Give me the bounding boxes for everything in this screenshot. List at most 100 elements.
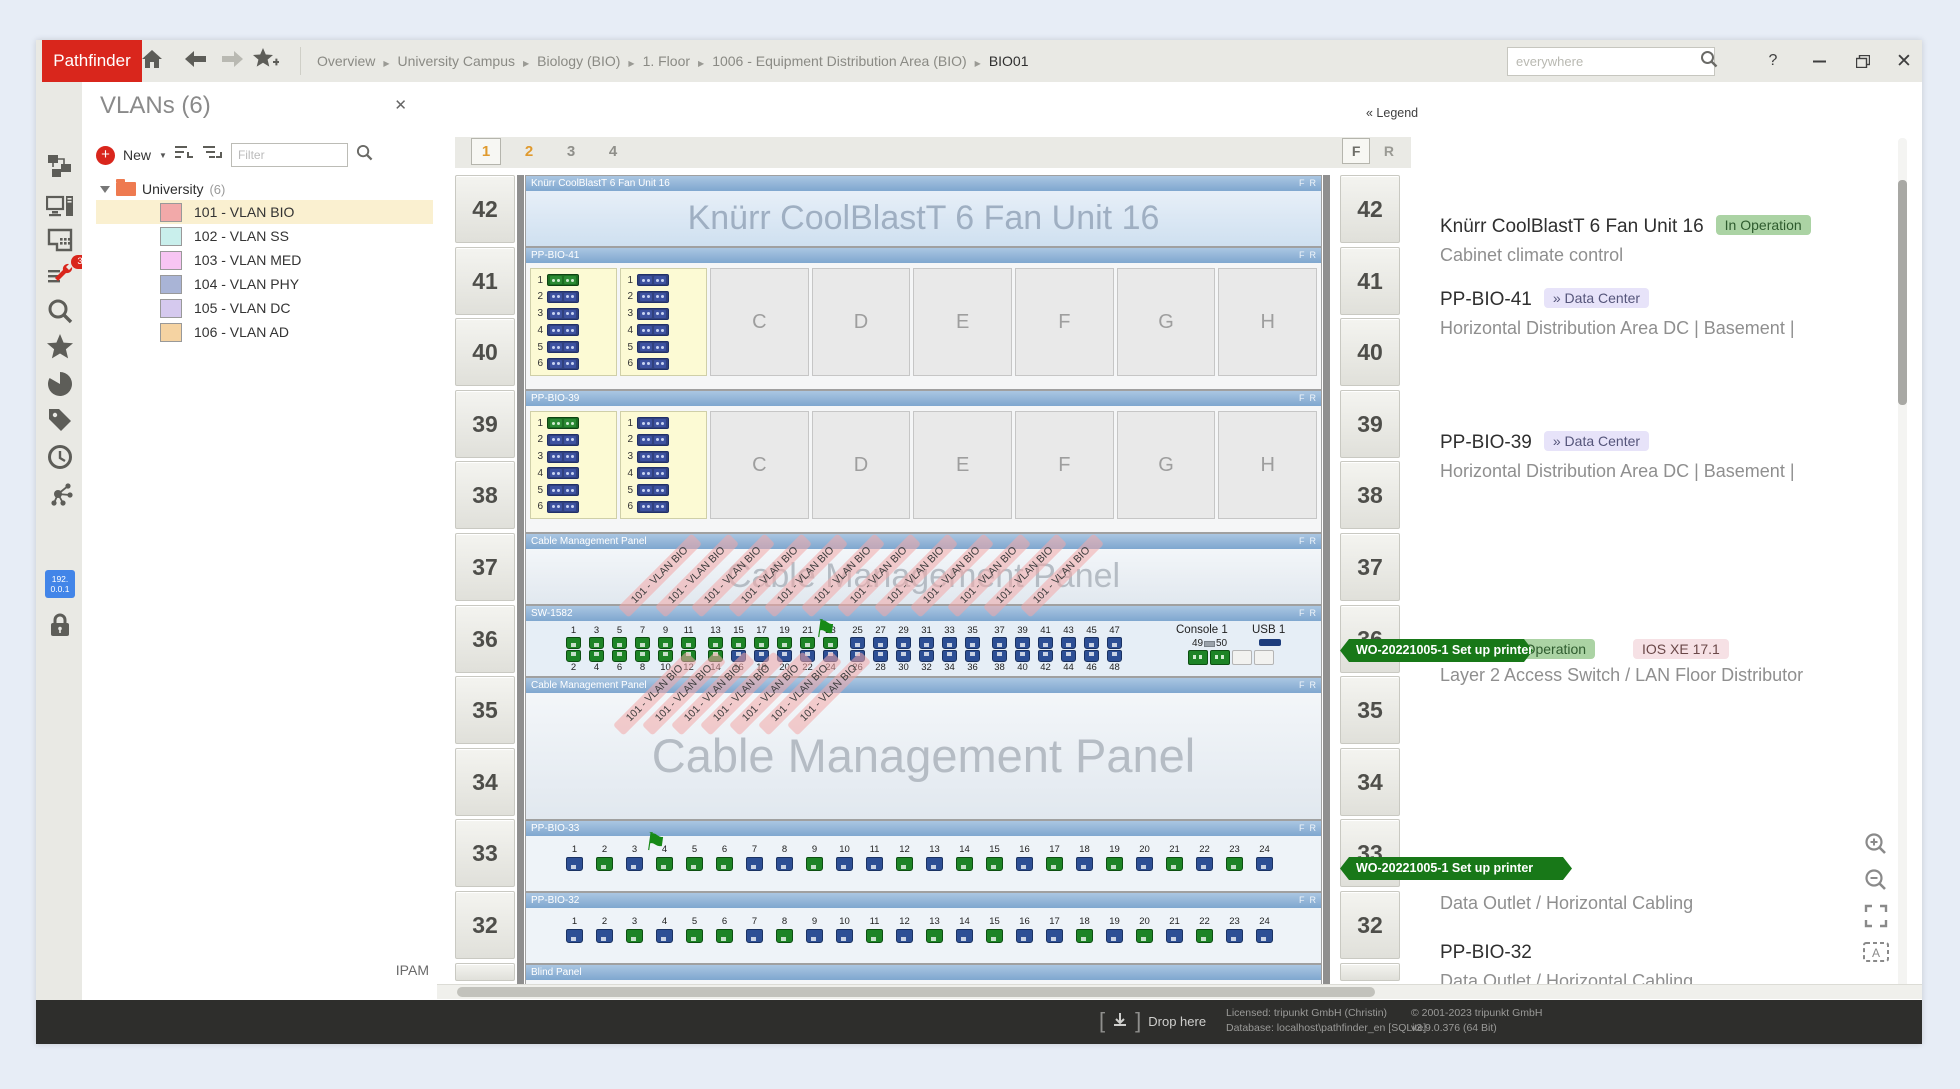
patch-port[interactable] — [596, 929, 613, 943]
switch-port[interactable] — [777, 650, 792, 662]
patch-port[interactable] — [1166, 929, 1183, 943]
patch-port[interactable] — [1136, 857, 1153, 871]
switch-port[interactable] — [992, 650, 1007, 662]
patch-port[interactable] — [956, 857, 973, 871]
front-indicator[interactable]: F — [1299, 680, 1305, 690]
rear-indicator[interactable]: R — [1310, 536, 1317, 546]
switch-port[interactable] — [708, 637, 723, 649]
patch-port[interactable] — [1226, 929, 1243, 943]
sfp-port[interactable] — [1188, 650, 1208, 665]
switch-port[interactable] — [566, 650, 581, 662]
rack-component-cable-management-panel[interactable]: Cable Management PanelFRCable Management… — [525, 533, 1322, 605]
patch-port[interactable] — [1016, 929, 1033, 943]
breadcrumb-item[interactable]: BIO01 — [989, 53, 1029, 69]
toggle-labels-button[interactable]: A — [1862, 938, 1890, 966]
duplex-port[interactable] — [547, 324, 579, 336]
floorplan-icon[interactable] — [45, 225, 75, 255]
panel-section-e[interactable]: E — [913, 268, 1012, 376]
switch-port[interactable] — [708, 650, 723, 662]
panel-section-f[interactable]: F — [1015, 411, 1114, 519]
panel-section-h[interactable]: H — [1218, 411, 1317, 519]
front-indicator[interactable]: F — [1299, 178, 1305, 188]
rack-component-blind-panel[interactable]: Blind Panel — [525, 964, 1322, 986]
switch-port[interactable] — [873, 637, 888, 649]
duplex-port[interactable] — [547, 308, 579, 320]
patch-port[interactable] — [656, 929, 673, 943]
collapse-all-icon[interactable] — [203, 145, 223, 166]
search-icon[interactable] — [1700, 50, 1718, 73]
panel-section-g[interactable]: G — [1117, 411, 1216, 519]
patch-port[interactable] — [626, 929, 643, 943]
rack-component-pp-bio-32[interactable]: PP-BIO-32FR12345678910111213141516171819… — [525, 892, 1322, 964]
switch-port[interactable] — [850, 650, 865, 662]
drop-zone[interactable]: [ ] Drop here — [1099, 1008, 1206, 1034]
patch-port[interactable] — [866, 929, 883, 943]
duplex-port[interactable] — [637, 467, 669, 479]
vlan-tree-item[interactable]: 101 - VLAN BIO — [96, 200, 433, 224]
search-nav-icon[interactable] — [45, 296, 75, 326]
patch-port[interactable] — [716, 929, 733, 943]
patch-port[interactable] — [836, 929, 853, 943]
panel-section-d[interactable]: D — [812, 268, 911, 376]
patch-port[interactable] — [746, 857, 763, 871]
patch-port[interactable] — [686, 857, 703, 871]
switch-port[interactable] — [965, 637, 980, 649]
rack-component-sw-1582[interactable]: SW-1582FR1234567891011121314151617181920… — [525, 605, 1322, 677]
switch-port[interactable] — [942, 637, 957, 649]
patch-port[interactable] — [1136, 929, 1153, 943]
panel-section-g[interactable]: G — [1117, 268, 1216, 376]
filter-input[interactable] — [231, 143, 348, 167]
rear-indicator[interactable]: R — [1310, 250, 1317, 260]
patch-port[interactable] — [776, 857, 793, 871]
minimize-button[interactable] — [1804, 49, 1834, 73]
panel-close-icon[interactable]: ✕ — [394, 96, 407, 114]
duplex-port[interactable] — [637, 501, 669, 513]
switch-port[interactable] — [942, 650, 957, 662]
patch-port[interactable] — [1226, 857, 1243, 871]
duplex-port[interactable] — [547, 484, 579, 496]
switch-port[interactable] — [589, 650, 604, 662]
rack-tab-1[interactable]: 1 — [471, 138, 501, 165]
lock-icon[interactable] — [45, 610, 75, 640]
add-favorite-button[interactable] — [252, 48, 280, 74]
patch-port[interactable] — [1166, 857, 1183, 871]
rear-indicator[interactable]: R — [1310, 608, 1317, 618]
duplex-port[interactable] — [637, 324, 669, 336]
reports-icon[interactable] — [45, 369, 75, 399]
switch-port[interactable] — [1015, 637, 1030, 649]
rear-indicator[interactable]: R — [1310, 680, 1317, 690]
search-input[interactable] — [1508, 54, 1700, 69]
tree-root-university[interactable]: University (6) — [82, 178, 437, 200]
front-indicator[interactable]: F — [1299, 823, 1305, 833]
switch-port[interactable] — [873, 650, 888, 662]
rack-component-kn-rr-coolblastt-6-fan-unit-16[interactable]: Knürr CoolBlastT 6 Fan Unit 16FRKnürr Co… — [525, 175, 1322, 247]
legend-toggle[interactable]: « Legend — [1366, 106, 1418, 120]
forward-button[interactable] — [218, 48, 246, 74]
patch-port[interactable] — [566, 929, 583, 943]
switch-port[interactable] — [731, 637, 746, 649]
vertical-scrollbar-thumb[interactable] — [1898, 180, 1907, 405]
back-button[interactable] — [182, 48, 210, 74]
switch-port[interactable] — [658, 650, 673, 662]
duplex-port[interactable] — [637, 291, 669, 303]
rack-tab-2[interactable]: 2 — [515, 139, 543, 164]
vlan-tree-item[interactable]: 104 - VLAN PHY — [96, 272, 433, 296]
switch-port[interactable] — [1038, 637, 1053, 649]
patch-port[interactable] — [896, 929, 913, 943]
duplex-port[interactable] — [637, 358, 669, 370]
patch-port[interactable] — [656, 857, 673, 871]
switch-port[interactable] — [965, 650, 980, 662]
switch-port[interactable] — [612, 637, 627, 649]
switch-port[interactable] — [754, 637, 769, 649]
patch-port[interactable] — [806, 929, 823, 943]
duplex-port[interactable] — [547, 341, 579, 353]
breadcrumb-item[interactable]: University Campus — [398, 53, 515, 69]
rear-view-button[interactable]: R — [1375, 139, 1403, 163]
switch-port[interactable] — [1061, 637, 1076, 649]
switch-port[interactable] — [658, 637, 673, 649]
patch-port[interactable] — [566, 857, 583, 871]
tags-icon[interactable] — [45, 405, 75, 435]
patch-port[interactable] — [1076, 929, 1093, 943]
switch-port[interactable] — [681, 637, 696, 649]
vlan-tree-item[interactable]: 103 - VLAN MED — [96, 248, 433, 272]
